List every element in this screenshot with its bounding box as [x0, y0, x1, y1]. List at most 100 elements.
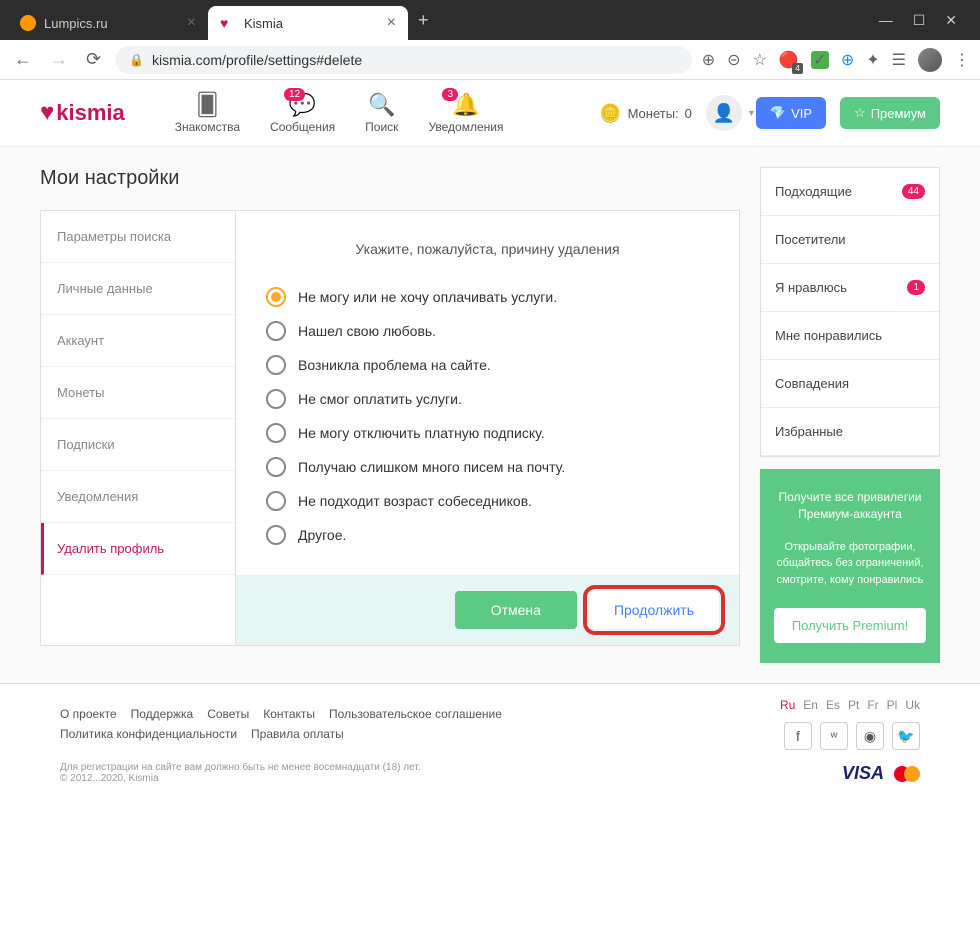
profile-menu[interactable]: 👤 [706, 95, 742, 131]
lang-switch[interactable]: Fr [867, 698, 878, 712]
radio-icon [266, 457, 286, 477]
browser-tab[interactable]: Lumpics.ru × [8, 6, 208, 40]
extension-check-icon[interactable]: ✓ [811, 51, 829, 69]
footer-link[interactable]: Контакты [263, 707, 315, 721]
disclaimer-text: Для регистрации на сайте вам должно быть… [60, 762, 421, 773]
nav-dating[interactable]: 🂠 Знакомства [175, 92, 240, 134]
delete-reason-option[interactable]: Не могу или не хочу оплачивать услуги. [266, 287, 709, 307]
right-menu-matches[interactable]: Подходящие44 [761, 168, 939, 216]
maximize-icon[interactable]: ☐ [913, 12, 926, 29]
instagram-icon[interactable]: ◉ [856, 722, 884, 750]
coins-icon: 🪙 [599, 103, 621, 124]
lang-switch[interactable]: En [803, 698, 818, 712]
delete-reason-option[interactable]: Возникла проблема на сайте. [266, 355, 709, 375]
delete-reason-option[interactable]: Получаю слишком много писем на почту. [266, 457, 709, 477]
delete-reason-option[interactable]: Другое. [266, 525, 709, 545]
globe-icon[interactable]: ⊕ [841, 50, 854, 70]
browser-tab-active[interactable]: ♥ Kismia × [208, 6, 408, 40]
footer-link[interactable]: Правила оплаты [251, 727, 344, 741]
cancel-button[interactable]: Отмена [455, 591, 577, 629]
zoom-icon[interactable]: ⊕ [702, 50, 715, 70]
reload-icon[interactable]: ⟳ [82, 45, 105, 74]
lang-switch[interactable]: Pt [848, 698, 859, 712]
sidebar-item-coins[interactable]: Монеты [41, 367, 235, 419]
radio-icon [266, 287, 286, 307]
lang-switch[interactable]: Pl [887, 698, 898, 712]
browser-profile-icon[interactable] [918, 48, 942, 72]
tab-title: Lumpics.ru [44, 16, 108, 31]
star-icon[interactable]: ☆ [753, 50, 767, 70]
footer-link[interactable]: О проекте [60, 707, 117, 721]
back-icon[interactable]: ← [10, 45, 36, 74]
visa-logo: VISA [842, 763, 884, 784]
sidebar-item-subscriptions[interactable]: Подписки [41, 419, 235, 471]
close-icon[interactable]: × [387, 14, 396, 32]
logo[interactable]: ♥ kismia [40, 99, 125, 127]
minimize-icon[interactable]: — [879, 12, 893, 29]
menu-icon[interactable]: ⋮ [954, 50, 970, 70]
footer-link[interactable]: Политика конфиденциальности [60, 727, 237, 741]
form-title: Укажите, пожалуйста, причину удаления [266, 241, 709, 257]
page-title: Мои настройки [40, 167, 740, 190]
search-icon[interactable]: ⊝ [727, 50, 740, 70]
continue-button[interactable]: Продолжить [589, 591, 719, 629]
delete-reason-option[interactable]: Не подходит возраст собеседников. [266, 491, 709, 511]
favicon-icon: ♥ [220, 15, 236, 31]
new-tab-button[interactable]: + [408, 10, 439, 31]
close-icon[interactable]: × [187, 14, 196, 32]
vk-icon[interactable]: ʷ [820, 722, 848, 750]
right-menu-favorites[interactable]: Избранные [761, 408, 939, 456]
premium-button[interactable]: ☆ Премиум [840, 97, 940, 129]
footer: О проекте Поддержка Советы Контакты Поль… [0, 683, 980, 798]
url-text: kismia.com/profile/settings#delete [152, 52, 362, 68]
puzzle-icon[interactable]: ✦ [866, 50, 879, 70]
nav-search[interactable]: 🔍 Поиск [365, 92, 398, 134]
sidebar-item-delete-profile[interactable]: Удалить профиль [41, 523, 235, 575]
lock-icon: 🔒 [129, 53, 144, 67]
facebook-icon[interactable]: f [784, 722, 812, 750]
radio-icon [266, 389, 286, 409]
sidebar-item-personal[interactable]: Личные данные [41, 263, 235, 315]
sidebar-item-account[interactable]: Аккаунт [41, 315, 235, 367]
sidebar-item-search-params[interactable]: Параметры поиска [41, 211, 235, 263]
forward-icon[interactable]: → [46, 45, 72, 74]
site-header: ♥ kismia 🂠 Знакомства 12 💬 Сообщения 🔍 П… [0, 80, 980, 147]
mastercard-logo [894, 766, 920, 782]
lang-switch[interactable]: Ru [780, 698, 795, 712]
delete-reason-option[interactable]: Не смог оплатить услуги. [266, 389, 709, 409]
premium-promo: Получите все привилегии Премиум-аккаунта… [760, 469, 940, 663]
browser-tab-bar: Lumpics.ru × ♥ Kismia × + — ☐ ✕ [0, 0, 980, 40]
footer-link[interactable]: Пользовательское соглашение [329, 707, 502, 721]
tab-title: Kismia [244, 16, 283, 31]
search-icon: 🔍 [368, 92, 395, 118]
nav-notifications[interactable]: 3 🔔 Уведомления [428, 92, 503, 134]
nav-messages[interactable]: 12 💬 Сообщения [270, 92, 335, 134]
url-bar: ← → ⟳ 🔒 kismia.com/profile/settings#dele… [0, 40, 980, 80]
sidebar-item-notifications[interactable]: Уведомления [41, 471, 235, 523]
footer-link[interactable]: Поддержка [131, 707, 194, 721]
right-menu-visitors[interactable]: Посетители [761, 216, 939, 264]
close-window-icon[interactable]: ✕ [945, 12, 957, 29]
cards-icon: 🂠 [196, 92, 219, 118]
copyright-text: © 2012...2020, Kismia [60, 773, 421, 784]
footer-link[interactable]: Советы [207, 707, 249, 721]
lang-switch[interactable]: Uk [905, 698, 920, 712]
right-menu-mutual[interactable]: Совпадения [761, 360, 939, 408]
window-controls: — ☐ ✕ [864, 12, 972, 29]
vip-button[interactable]: 💎 VIP [756, 97, 826, 129]
delete-reason-option[interactable]: Нашел свою любовь. [266, 321, 709, 341]
get-premium-button[interactable]: Получить Premium! [774, 608, 926, 643]
extension-icon[interactable]: 🔴4 [779, 50, 799, 70]
radio-icon [266, 321, 286, 341]
coins-display[interactable]: 🪙 Монеты: 0 [599, 103, 692, 124]
radio-icon [266, 355, 286, 375]
twitter-icon[interactable]: 🐦 [892, 722, 920, 750]
url-input[interactable]: 🔒 kismia.com/profile/settings#delete [115, 46, 692, 74]
reader-icon[interactable]: ☰ [892, 50, 906, 70]
right-menu-i-liked[interactable]: Мне понравились [761, 312, 939, 360]
delete-reason-option[interactable]: Не могу отключить платную подписку. [266, 423, 709, 443]
radio-icon [266, 525, 286, 545]
lang-switch[interactable]: Es [826, 698, 840, 712]
right-menu-likes-me[interactable]: Я нравлюсь1 [761, 264, 939, 312]
favicon-icon [20, 15, 36, 31]
